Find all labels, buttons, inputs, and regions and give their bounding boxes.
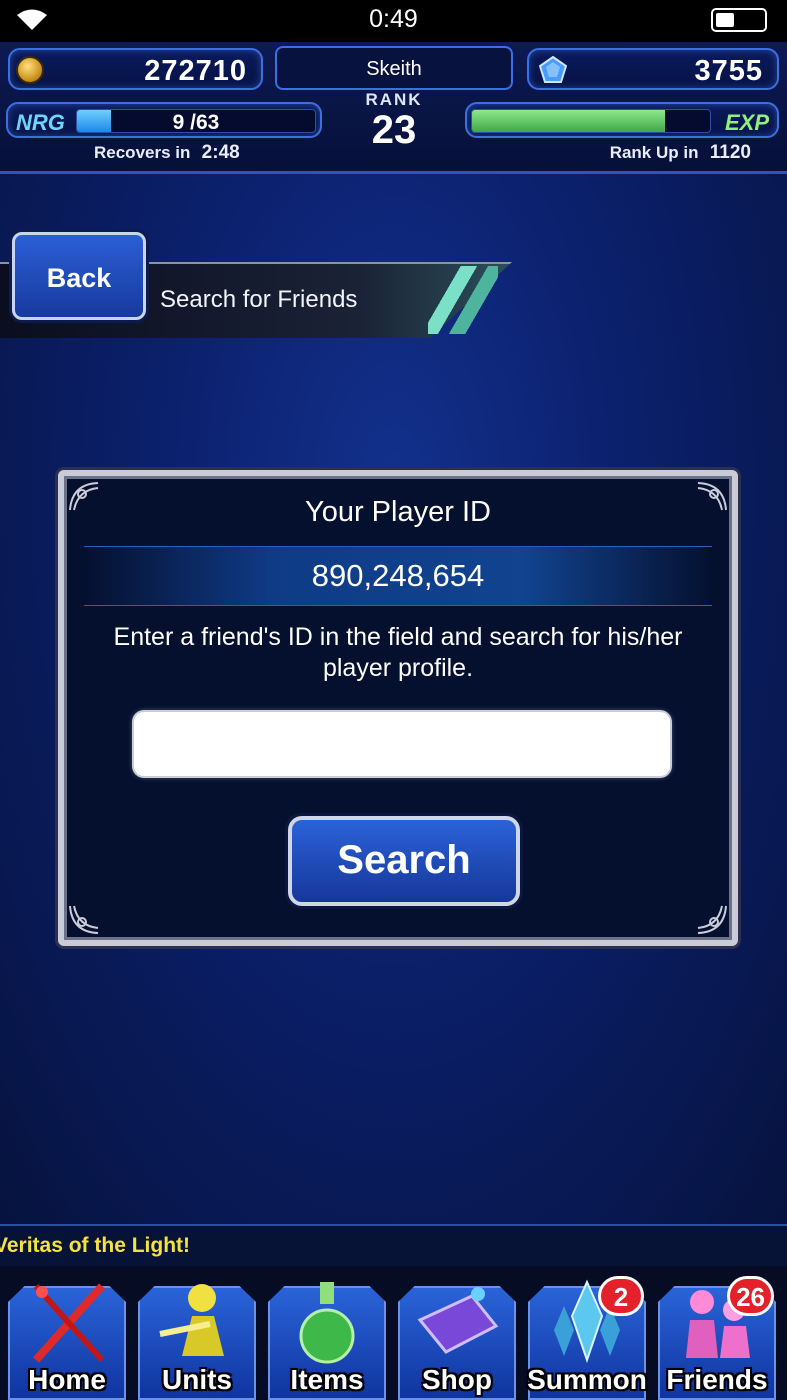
- recover-timer: Recovers in 2:48: [94, 142, 240, 164]
- exp-bar-fill: [472, 110, 665, 132]
- banner-stripe-decoration: [428, 266, 498, 334]
- friend-id-input[interactable]: [134, 712, 670, 776]
- clock: 0:49: [369, 5, 418, 33]
- news-ticker: Veritas of the Light!: [0, 1224, 787, 1266]
- gem-counter: 3755: [527, 48, 779, 90]
- nav-shop-label: Shop: [422, 1364, 492, 1395]
- nav-home-label: Home: [28, 1364, 106, 1395]
- energy-value: 9 /63: [172, 111, 220, 133]
- exp-label: EXP: [724, 110, 769, 135]
- unit-icon: [159, 1284, 224, 1356]
- energy-bar: 9 /63: [76, 109, 316, 133]
- shop-icon: [417, 1287, 499, 1354]
- friends-count-badge: 26: [727, 1276, 774, 1316]
- search-friends-panel: Your Player ID 890,248,654 Enter a frien…: [58, 470, 738, 946]
- energy-meter: NRG 9 /63: [6, 102, 322, 138]
- player-id-value: 890,248,654: [84, 546, 712, 606]
- nrg-label: NRG: [16, 110, 65, 135]
- rankup-label: Rank Up in: [609, 143, 699, 162]
- nav-units[interactable]: Units: [134, 1276, 260, 1400]
- nav-friends[interactable]: Friends 26: [654, 1276, 780, 1400]
- player-name: Skeith: [275, 46, 513, 90]
- player-hud: 272710 Skeith 3755 RANK 23 NRG 9 /63 EXP…: [0, 42, 787, 174]
- nav-summon[interactable]: Summon 2: [524, 1276, 650, 1400]
- rank-display: RANK 23: [336, 90, 452, 168]
- rankup-value: 1120: [709, 142, 751, 163]
- rankup-info: Rank Up in 1120: [610, 142, 751, 164]
- back-button[interactable]: Back: [12, 232, 146, 320]
- potion-icon: [299, 1282, 355, 1364]
- ornament-corner-icon: [69, 905, 99, 934]
- nav-summon-label: Summon: [527, 1364, 647, 1395]
- gil-counter: 272710: [8, 48, 263, 90]
- status-bar: 0:49: [0, 0, 787, 42]
- nav-units-label: Units: [162, 1364, 232, 1395]
- ticker-text: Veritas of the Light!: [0, 1234, 191, 1257]
- nav-items-label: Items: [290, 1364, 364, 1395]
- search-button[interactable]: Search: [288, 816, 520, 906]
- battery-icon: [711, 8, 767, 32]
- search-instructions: Enter a friend's ID in the field and sea…: [113, 623, 683, 682]
- gil-coin-icon: [16, 56, 44, 84]
- exp-meter: EXP: [465, 102, 779, 138]
- summon-count-badge: 2: [598, 1276, 644, 1316]
- rank-label: RANK: [365, 90, 423, 109]
- page-title: Search for Friends: [160, 286, 358, 313]
- gil-amount: 272710: [144, 55, 247, 87]
- recovers-time: 2:48: [201, 142, 240, 163]
- nav-items[interactable]: Items: [264, 1276, 390, 1400]
- nav-shop[interactable]: Shop: [394, 1276, 520, 1400]
- rank-value: 23: [371, 108, 417, 152]
- bottom-nav: Home Units Items Shop Summon 2 Friends 2…: [0, 1266, 787, 1400]
- exp-bar: [471, 109, 711, 133]
- recovers-label: Recovers in: [94, 143, 191, 162]
- ornament-corner-icon: [697, 905, 727, 934]
- gem-amount: 3755: [694, 55, 763, 87]
- lapis-gem-icon: [539, 56, 567, 83]
- nav-friends-label: Friends: [666, 1364, 768, 1395]
- nav-home[interactable]: Home: [4, 1276, 130, 1400]
- player-id-heading: Your Player ID: [305, 496, 491, 528]
- sword-icon: [33, 1283, 105, 1363]
